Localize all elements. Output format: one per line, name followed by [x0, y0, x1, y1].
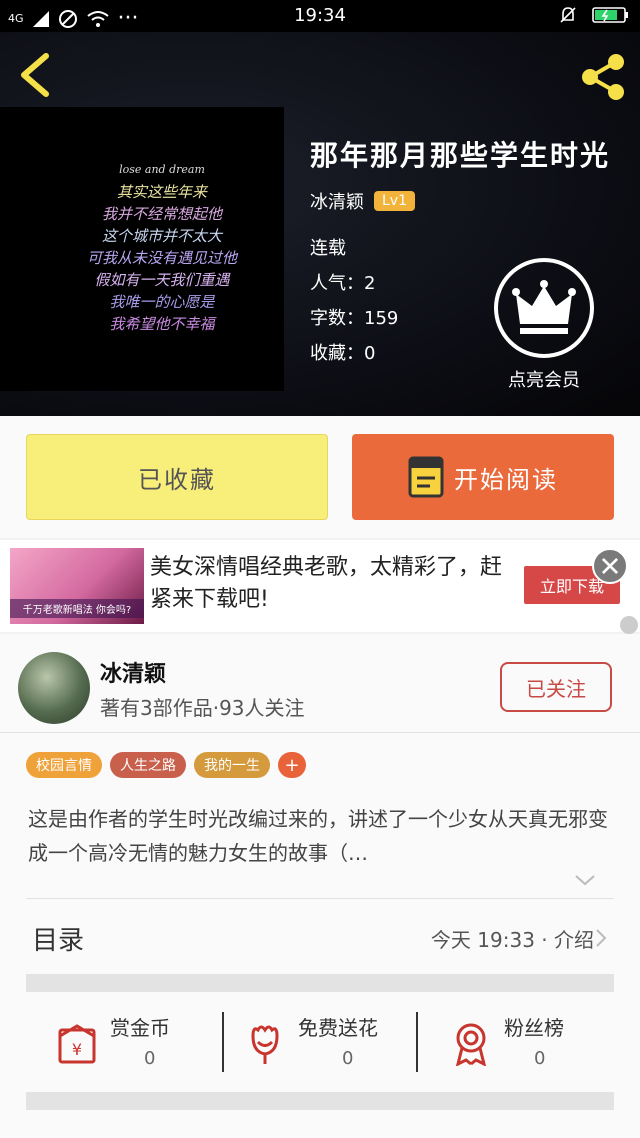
book-author-row: 冰清颖 Lv1 [310, 188, 415, 214]
cover-line: 这个城市并不太大 [101, 227, 222, 245]
tag-list: 校园言情 人生之路 我的一生 + [26, 752, 306, 778]
book-header: lose and dream 其实这些年来 我并不经常想起他 这个城市并不太大 … [0, 32, 640, 416]
fan-ranking[interactable]: 粉丝榜 0 [418, 1000, 614, 1088]
ad-text[interactable]: 美女深情唱经典老歌，太精彩了，赶紧来下载吧! [150, 552, 510, 616]
cover-line: 其实这些年来 [116, 183, 207, 201]
synopsis: 这是由作者的学生时光改编过来的，讲述了一个少女从天真无邪变成一个高冷无情的魅力女… [28, 807, 608, 865]
ad-banner[interactable]: 千万老歌新唱法 你会吗? 美女深情唱经典老歌，太精彩了，赶紧来下载吧! 立即下载 [0, 540, 640, 632]
level-badge: Lv1 [374, 191, 415, 211]
ad-close-icon[interactable] [592, 548, 628, 584]
reward-stats: ¥ 赏金币 0 免费送花 0 粉丝榜 0 [26, 1000, 614, 1088]
fan-ranking-label: 粉丝榜 [504, 1016, 564, 1040]
follow-button[interactable]: 已关注 [500, 662, 612, 712]
start-reading-label: 开始阅读 [454, 465, 558, 494]
fan-ranking-count: 0 [534, 1048, 546, 1069]
reward-coins[interactable]: ¥ 赏金币 0 [26, 1000, 222, 1088]
favorite-count: 收藏：0 [310, 343, 376, 364]
divider [0, 732, 640, 733]
cover-line: lose and dream [119, 163, 205, 176]
reward-coins-count: 0 [144, 1048, 156, 1069]
free-flowers-label: 免费送花 [298, 1016, 378, 1040]
mute-bell-icon [560, 7, 576, 23]
svg-text:¥: ¥ [72, 1040, 82, 1059]
book-icon [408, 456, 444, 498]
crown-icon [512, 280, 576, 334]
cover-line: 我希望他不幸福 [109, 315, 215, 333]
vip-crown-button[interactable] [494, 258, 594, 358]
author-stats: 著有3部作品·93人关注 [100, 696, 305, 720]
author-name[interactable]: 冰清颖 [100, 656, 166, 688]
share-button[interactable] [578, 52, 628, 102]
chevron-down-icon[interactable] [574, 870, 596, 890]
add-tag-button[interactable]: + [278, 752, 306, 778]
red-envelope-icon: ¥ [58, 1024, 96, 1064]
chevron-right-icon[interactable] [594, 928, 608, 948]
cover-text: lose and dream 其实这些年来 我并不经常想起他 这个城市并不太大 … [62, 159, 262, 335]
book-cover[interactable]: lose and dream 其实这些年来 我并不经常想起他 这个城市并不太大 … [0, 107, 284, 391]
flower-icon [251, 1025, 279, 1064]
section-separator [26, 974, 614, 992]
cover-line: 可我从未没有遇见过他 [86, 249, 237, 267]
cover-line: 假如有一天我们重遇 [94, 271, 230, 289]
cover-line: 我唯一的心愿是 [109, 293, 215, 311]
tag-item[interactable]: 校园言情 [26, 752, 102, 778]
back-button[interactable] [16, 52, 56, 98]
medal-icon [455, 1023, 487, 1066]
toc-update-meta[interactable]: 今天 19:33 · 介绍 [431, 924, 594, 953]
clock: 19:34 [294, 5, 346, 26]
table-of-contents-label[interactable]: 目录 [32, 920, 84, 957]
status-bar: 4G ··· 19:34 [0, 0, 640, 32]
free-flowers[interactable]: 免费送花 0 [224, 1000, 420, 1088]
collect-button[interactable]: 已收藏 [26, 434, 328, 520]
word-count: 字数：159 [310, 308, 399, 329]
avatar[interactable] [18, 652, 90, 724]
start-reading-button[interactable]: 开始阅读 [352, 434, 614, 520]
book-author[interactable]: 冰清颖 [310, 188, 364, 214]
popularity: 人气：2 [310, 273, 376, 294]
battery-icon [592, 7, 628, 23]
ad-image[interactable]: 千万老歌新唱法 你会吗? [10, 548, 144, 624]
ad-marker-icon [620, 616, 638, 634]
divider [26, 898, 614, 899]
action-bar: 已收藏 开始阅读 [0, 416, 640, 538]
author-card: 冰清颖 著有3部作品·93人关注 已关注 校园言情 人生之路 我的一生 + 这是… [0, 634, 640, 1138]
tag-item[interactable]: 我的一生 [194, 752, 270, 778]
tag-item[interactable]: 人生之路 [110, 752, 186, 778]
book-title: 那年那月那些学生时光 [310, 139, 611, 172]
section-separator [26, 1092, 614, 1110]
cover-line: 我并不经常想起他 [101, 205, 222, 223]
serial-status: 连载 [310, 238, 346, 259]
free-flowers-count: 0 [342, 1048, 354, 1069]
vip-label[interactable]: 点亮会员 [486, 366, 602, 392]
ad-image-caption: 千万老歌新唱法 你会吗? [10, 599, 144, 618]
reward-coins-label: 赏金币 [110, 1016, 170, 1040]
